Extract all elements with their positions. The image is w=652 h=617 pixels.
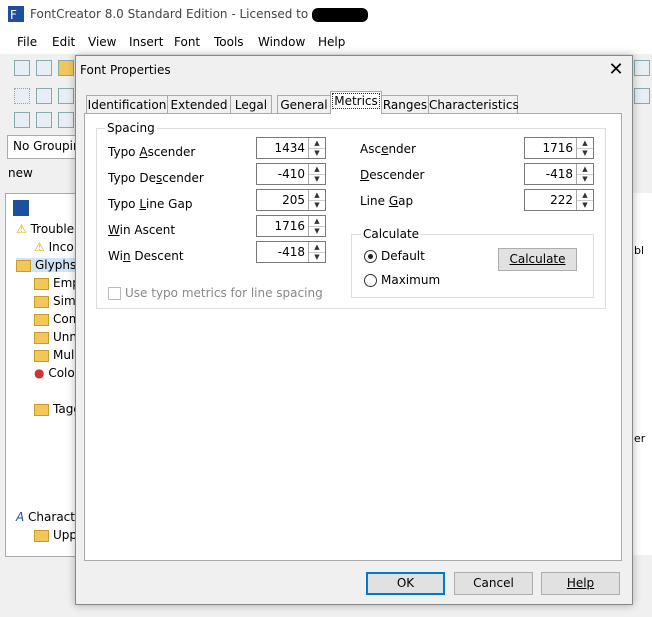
typo-metrics-checkbox[interactable] bbox=[108, 287, 121, 300]
ok-button[interactable]: OK bbox=[366, 572, 445, 595]
tab-legal[interactable]: Legal bbox=[230, 95, 272, 114]
svg-text:F: F bbox=[10, 8, 17, 22]
spin-down-icon[interactable]: ▼ bbox=[309, 200, 325, 210]
default-radio-label[interactable]: Default bbox=[381, 249, 425, 263]
descender-spinner[interactable]: -418 ▲ ▼ bbox=[524, 163, 594, 185]
typo-ascender-label: Typo Ascender bbox=[108, 145, 196, 159]
hand-icon[interactable] bbox=[58, 88, 74, 104]
tab-ranges[interactable]: Ranges bbox=[381, 95, 429, 114]
descender-label: Descender bbox=[360, 168, 425, 182]
app-title-bar: F FontCreator 8.0 Standard Edition - Lic… bbox=[0, 0, 652, 30]
menu-insert[interactable]: Insert bbox=[129, 35, 163, 49]
align2-icon[interactable] bbox=[36, 112, 52, 128]
tab-identification[interactable]: Identification bbox=[86, 95, 168, 114]
tree-item-sim[interactable]: Sim bbox=[34, 294, 76, 308]
radio-selected-dot bbox=[368, 254, 373, 259]
folder-icon bbox=[34, 403, 49, 416]
align3-icon[interactable] bbox=[58, 112, 74, 128]
folder-icon bbox=[34, 331, 49, 344]
properties-icon[interactable] bbox=[36, 60, 52, 76]
lasso-icon[interactable] bbox=[36, 88, 52, 104]
line-gap-spinner[interactable]: 222 ▲ ▼ bbox=[524, 189, 594, 211]
grouping-value: No Groupin bbox=[13, 139, 81, 153]
spin-down-icon[interactable]: ▼ bbox=[577, 148, 593, 158]
calculate-group-label: Calculate bbox=[361, 227, 422, 241]
fontcreator-logo-icon: F bbox=[8, 6, 24, 22]
help-button[interactable]: Help bbox=[541, 572, 620, 595]
win-ascent-spinner[interactable]: 1716 ▲ ▼ bbox=[256, 215, 326, 237]
tree-item-colo[interactable]: ● Colo bbox=[34, 366, 75, 380]
menu-file[interactable]: File bbox=[17, 35, 37, 49]
spin-down-icon[interactable]: ▼ bbox=[577, 174, 593, 184]
spacing-group-label: Spacing bbox=[105, 121, 157, 135]
dialog-title: Font Properties bbox=[80, 63, 171, 77]
tree-item-emp[interactable]: Emp bbox=[34, 276, 80, 290]
typo-line-gap-label: Typo Line Gap bbox=[108, 197, 193, 211]
maximum-radio-label[interactable]: Maximum bbox=[381, 273, 440, 287]
menu-font[interactable]: Font bbox=[174, 35, 200, 49]
folder-icon bbox=[34, 349, 49, 362]
tree-item-inco[interactable]: ⚠ Inco bbox=[34, 240, 74, 254]
right-panel-label: bl bbox=[634, 244, 645, 257]
typo-metrics-checkbox-label[interactable]: Use typo metrics for line spacing bbox=[125, 286, 323, 300]
tree-item-trouble[interactable]: ⚠ Trouble bbox=[16, 222, 74, 236]
calculate-button[interactable]: Calculate bbox=[498, 248, 577, 271]
redacted-name bbox=[312, 7, 369, 22]
typo-descender-label: Typo Descender bbox=[108, 171, 204, 185]
insert-glyph-icon[interactable] bbox=[634, 60, 650, 76]
select-icon[interactable] bbox=[14, 88, 30, 104]
font-file-icon bbox=[13, 200, 29, 216]
folder-icon bbox=[16, 259, 31, 272]
spin-down-icon[interactable]: ▼ bbox=[309, 148, 325, 158]
win-ascent-label: Win Ascent bbox=[108, 223, 176, 237]
folder-icon bbox=[34, 295, 49, 308]
tree-item-mul[interactable]: Mul bbox=[34, 348, 74, 362]
menu-view[interactable]: View bbox=[88, 35, 116, 49]
menu-tools[interactable]: Tools bbox=[214, 35, 244, 49]
warning-icon: ⚠ bbox=[16, 222, 27, 236]
tab-extended[interactable]: Extended bbox=[167, 95, 231, 114]
tree-item-tagg[interactable]: Tagg bbox=[34, 402, 81, 416]
open-folder-icon[interactable] bbox=[58, 60, 74, 76]
default-radio[interactable] bbox=[364, 250, 377, 263]
character-icon: A bbox=[16, 510, 25, 524]
tree-item-com[interactable]: Com bbox=[34, 312, 80, 326]
tree-item-glyphs[interactable]: Glyphs bbox=[16, 258, 77, 272]
line-gap-label: Line Gap bbox=[360, 194, 414, 208]
tree-item-upp[interactable]: Upp bbox=[34, 528, 77, 542]
warning-icon: ⚠ bbox=[34, 240, 45, 254]
menu-edit[interactable]: Edit bbox=[52, 35, 75, 49]
typo-descender-spinner[interactable]: -410 ▲ ▼ bbox=[256, 163, 326, 185]
toolbar-right-icon[interactable] bbox=[634, 88, 650, 104]
maximum-radio[interactable] bbox=[364, 274, 377, 287]
tree-item-unn[interactable]: Unn bbox=[34, 330, 77, 344]
spin-down-icon[interactable]: ▼ bbox=[309, 226, 325, 236]
typo-line-gap-spinner[interactable]: 205 ▲ ▼ bbox=[256, 189, 326, 211]
spin-down-icon[interactable]: ▼ bbox=[309, 252, 325, 262]
folder-icon bbox=[34, 277, 49, 290]
tab-metrics[interactable]: Metrics bbox=[330, 91, 382, 114]
color-wheel-icon: ● bbox=[34, 366, 45, 380]
align-icon[interactable] bbox=[14, 112, 30, 128]
tree-item-charact[interactable]: A Charact bbox=[16, 510, 75, 524]
typo-ascender-spinner[interactable]: 1434 ▲ ▼ bbox=[256, 137, 326, 159]
win-descent-spinner[interactable]: -418 ▲ ▼ bbox=[256, 241, 326, 263]
new-file-icon[interactable] bbox=[14, 60, 30, 76]
folder-icon bbox=[34, 313, 49, 326]
doc-tab[interactable]: new bbox=[8, 166, 33, 180]
close-icon[interactable]: ✕ bbox=[606, 60, 626, 80]
folder-icon bbox=[34, 529, 49, 542]
spin-down-icon[interactable]: ▼ bbox=[309, 174, 325, 184]
right-panel-label: er bbox=[634, 432, 646, 445]
spin-down-icon[interactable]: ▼ bbox=[577, 200, 593, 210]
cancel-button[interactable]: Cancel bbox=[454, 572, 533, 595]
tab-general[interactable]: General bbox=[277, 95, 331, 114]
ascender-label: Ascender bbox=[360, 142, 416, 156]
tab-characteristics[interactable]: Characteristics bbox=[428, 95, 519, 114]
menu-window[interactable]: Window bbox=[258, 35, 305, 49]
win-descent-label: Win Descent bbox=[108, 249, 184, 263]
ascender-spinner[interactable]: 1716 ▲ ▼ bbox=[524, 137, 594, 159]
menu-help[interactable]: Help bbox=[318, 35, 345, 49]
app-title: FontCreator 8.0 Standard Edition - Licen… bbox=[30, 7, 369, 22]
